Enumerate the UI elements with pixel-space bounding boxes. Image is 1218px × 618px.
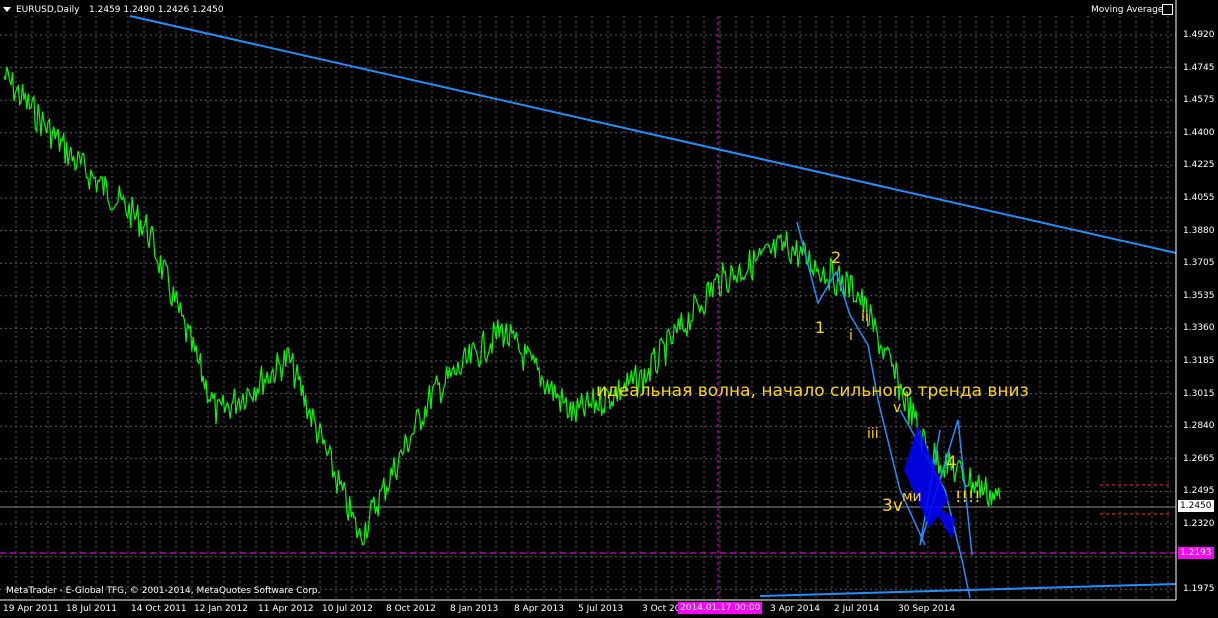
wave-label-2: 2 xyxy=(831,248,842,267)
date-axis-label: 8 Jan 2013 xyxy=(450,604,499,614)
main-annotation: идеальная волна, начало сильного тренда … xyxy=(596,381,1029,401)
price-axis-label: 1.4400 xyxy=(1183,127,1215,138)
grid-lines xyxy=(0,16,1176,600)
price-axis-label: 1.4745 xyxy=(1183,62,1215,73)
price-axis-label: 1.2840 xyxy=(1183,421,1215,432)
indicator-label[interactable]: Moving Average xyxy=(1091,5,1163,15)
price-axis-label: 1.1975 xyxy=(1183,584,1215,595)
date-axis-label: 10 Jul 2012 xyxy=(322,604,373,614)
blue-triangle-fill-2 xyxy=(932,505,955,540)
current-price-box: 1.2450 xyxy=(1178,500,1214,512)
symbol-title: EURUSD,Daily xyxy=(16,5,80,15)
date-axis-label: 11 Apr 2012 xyxy=(258,604,314,614)
indicator-close-icon[interactable] xyxy=(1162,4,1173,15)
price-axis-label: 1.3705 xyxy=(1183,258,1215,269)
date-axis-label: 14 Oct 2011 xyxy=(131,604,187,614)
copyright-text: MetaTrader - E-Global TFG, © 2001-2014, … xyxy=(6,586,321,596)
magenta-level-box: 1.2193 xyxy=(1178,547,1214,559)
cursor-date-box: 2014.01.17 00:00 xyxy=(678,602,763,614)
price-axis-label: 1.3360 xyxy=(1183,323,1215,334)
date-axis-label: 3 Apr 2014 xyxy=(770,604,820,614)
ohlc-values: 1.2459 1.2490 1.2426 1.2450 xyxy=(89,5,224,15)
wave-label-i: i xyxy=(849,328,853,344)
price-axis-label: 1.4920 xyxy=(1183,30,1215,40)
wave-label-iii: iii xyxy=(867,426,879,442)
exclaim-text: !!!! xyxy=(955,487,981,506)
price-axis-label: 1.3880 xyxy=(1183,225,1215,236)
chart-canvas[interactable] xyxy=(0,0,1218,618)
price-axis-label: 1.2665 xyxy=(1183,453,1215,464)
date-axis-label: 8 Apr 2013 xyxy=(514,604,564,614)
wave-label-4: 4 xyxy=(946,453,957,473)
price-axis-label: 1.4575 xyxy=(1183,95,1215,106)
price-axis-label: 1.3015 xyxy=(1183,388,1215,399)
price-line xyxy=(3,66,1001,546)
wave-label-3v: 3v xyxy=(882,496,903,516)
date-axis-label: 5 Jul 2013 xyxy=(578,604,624,614)
date-axis-label: 30 Sep 2014 xyxy=(898,604,956,614)
price-axis-label: 1.2320 xyxy=(1183,519,1215,529)
date-axis-label: 18 Jul 2011 xyxy=(66,604,117,614)
wave-label-1: 1 xyxy=(815,318,826,337)
price-axis-label: 1.4225 xyxy=(1183,160,1215,171)
price-axis-label: 1.2495 xyxy=(1183,486,1215,497)
price-axis-label: 1.3185 xyxy=(1183,356,1215,366)
chart-menu-icon[interactable] xyxy=(3,5,12,17)
price-axis-label: 1.4055 xyxy=(1183,193,1215,203)
mini-text: ми xyxy=(902,489,922,505)
date-axis-label: 19 Apr 2011 xyxy=(3,604,59,614)
wave-label-v: v xyxy=(893,400,902,416)
date-axis-label: 2 Jul 2014 xyxy=(834,604,880,614)
wave-label-ii: ii xyxy=(861,309,869,325)
price-axis-label: 1.3535 xyxy=(1183,290,1215,301)
upper-trendline[interactable] xyxy=(129,15,1177,254)
date-axis-label: 8 Oct 2012 xyxy=(386,604,436,614)
date-axis-label: 12 Jan 2012 xyxy=(194,604,248,614)
